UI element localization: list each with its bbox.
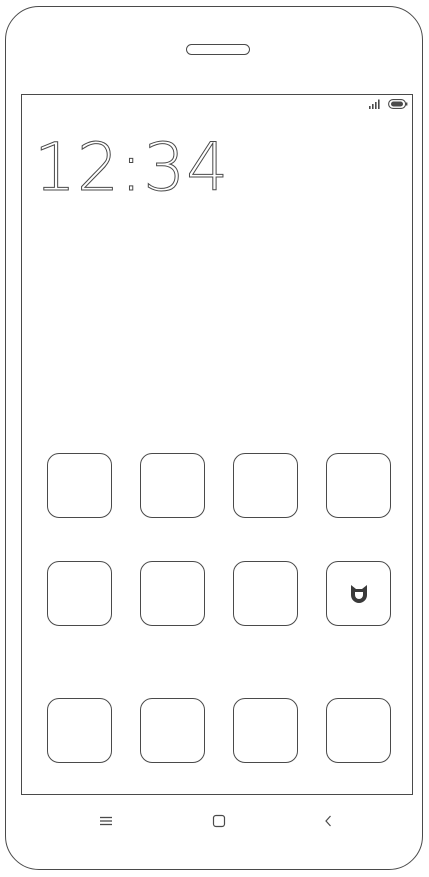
phone-screen: 12:34 [21, 94, 413, 795]
back-button[interactable] [316, 811, 340, 831]
mijia-logo-icon [350, 584, 367, 603]
app-icon-1[interactable] [47, 453, 112, 518]
signal-icon [369, 99, 380, 109]
app-icon-3[interactable] [233, 453, 298, 518]
home-button[interactable] [207, 811, 231, 831]
app-icon-7[interactable] [233, 561, 298, 626]
status-bar [368, 98, 408, 110]
battery-icon [388, 99, 408, 109]
menu-button[interactable] [94, 811, 118, 831]
mijia-app-icon[interactable] [326, 561, 391, 626]
dock-app-icon-3[interactable] [233, 698, 298, 763]
dock-app-icon-2[interactable] [140, 698, 205, 763]
lock-screen-clock: 12:34 [33, 129, 230, 206]
app-icon-6[interactable] [140, 561, 205, 626]
app-icon-2[interactable] [140, 453, 205, 518]
dock-app-icon-1[interactable] [47, 698, 112, 763]
back-icon [325, 815, 331, 827]
app-icon-4[interactable] [326, 453, 391, 518]
earpiece [186, 44, 250, 55]
menu-icon [100, 816, 112, 826]
home-icon [212, 814, 226, 828]
dock-app-icon-4[interactable] [326, 698, 391, 763]
app-icon-5[interactable] [47, 561, 112, 626]
